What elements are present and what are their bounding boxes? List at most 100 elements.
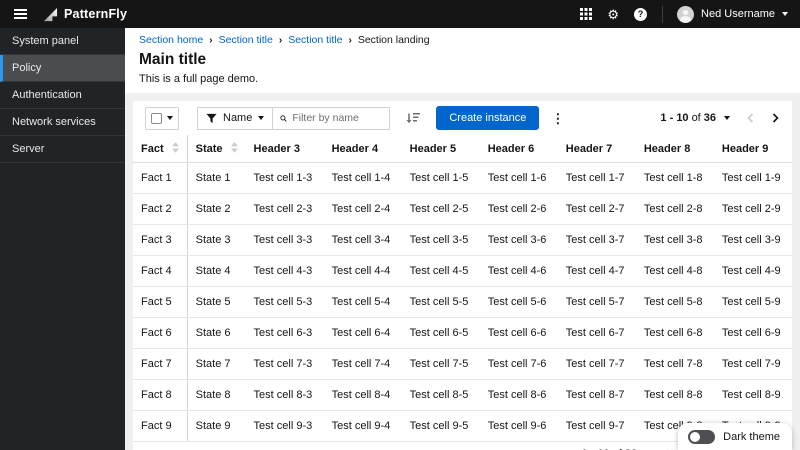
table-cell: Test cell 8-8 [635,379,714,411]
dark-theme-card: Dark theme [678,423,792,450]
table-cell: Fact 5 [133,286,188,318]
toolbar: Name Filter by name Create instance ⋮ 1 … [133,101,792,135]
page-description: This is a full page demo. [139,73,259,85]
table-cell: Test cell 3-5 [401,224,480,256]
content-card: Name Filter by name Create instance ⋮ 1 … [133,101,792,450]
table-cell: Test cell 9-6 [479,410,558,442]
dark-theme-toggle[interactable] [688,429,716,444]
select-all-checkbox[interactable] [151,112,162,124]
page-title: Main title [139,51,207,68]
table-cell: Test cell 5-5 [401,286,480,318]
table-row: Fact 1 State 1 Test cell 1-3 Test cell 1-4 T… [133,162,792,194]
filter-attribute-dropdown[interactable]: Name [197,106,274,130]
apps-grid-icon[interactable] [580,8,593,20]
toggle-knob [690,431,701,442]
table-cell: Test cell 6-7 [557,317,636,349]
table-cell: State 8 [187,379,246,411]
table-row: Fact 8 State 8 Test cell 8-3 Test cell 8-4 T… [133,379,792,411]
nav-toggle-button[interactable] [12,7,29,21]
settings-gear-icon[interactable]: ⚙ [607,8,619,21]
chevron-down-icon [782,12,788,16]
data-table: Fact State Header 3 Header 4 Header 5 Header … [133,135,792,442]
breadcrumb-separator-icon: › [348,35,352,46]
table-cell: Test cell 1-5 [401,162,480,194]
table-cell: Test cell 1-7 [557,162,636,194]
chevron-down-icon [167,116,173,120]
table-cell: Test cell 6-4 [323,317,402,349]
table-cell: Test cell 8-6 [479,379,558,411]
kebab-menu-button[interactable]: ⋮ [551,112,564,125]
table-cell: Test cell 4-6 [479,255,558,287]
brand[interactable]: PatternFly [43,7,127,22]
column-header-header-8: Header 8 [635,135,714,163]
table-cell: Test cell 6-8 [635,317,714,349]
table-cell: Test cell 8-5 [401,379,480,411]
user-menu[interactable]: Ned Username [662,5,788,23]
pagination-menu-toggle[interactable] [724,116,730,120]
table-cell: Test cell 8-4 [323,379,402,411]
sort-button[interactable] [406,112,421,124]
table-cell: Fact 1 [133,162,188,194]
avatar [677,5,695,23]
table-row: Fact 5 State 5 Test cell 5-3 Test cell 5-4 T… [133,286,792,318]
table-cell: Fact 8 [133,379,188,411]
column-header-header-9: Header 9 [713,135,792,163]
table-cell: Test cell 3-8 [635,224,714,256]
table-cell: State 5 [187,286,246,318]
help-icon[interactable]: ? [634,7,648,21]
column-header-label: Header 5 [409,142,457,155]
breadcrumb-item[interactable]: Section home [139,34,203,47]
table-cell: Test cell 7-4 [323,348,402,380]
column-header-fact[interactable]: Fact [133,135,188,163]
sidebar-item-authentication[interactable]: Authentication [0,82,125,109]
next-page-button[interactable] [771,113,780,123]
column-header-label: Header 4 [331,142,379,155]
create-instance-button[interactable]: Create instance [436,106,540,130]
breadcrumb-item[interactable]: Section title [219,34,273,47]
table-cell: Test cell 3-6 [479,224,558,256]
column-header-label: Header 7 [565,142,613,155]
table-cell: Test cell 2-8 [635,193,714,225]
dark-theme-label: Dark theme [723,430,780,443]
table-cell: Test cell 3-7 [557,224,636,256]
prev-page-button[interactable] [746,113,755,123]
sidebar-item-server[interactable]: Server [0,136,125,163]
table-cell: State 9 [187,410,246,442]
sidebar-item-policy[interactable]: Policy [0,55,125,82]
sidebar-item-network-services[interactable]: Network services [0,109,125,136]
pagination-total: 36 [703,112,716,124]
table-cell: Test cell 1-6 [479,162,558,194]
column-header-label: Header 9 [721,142,769,155]
table-cell: Test cell 4-8 [635,255,714,287]
table-cell: Test cell 5-8 [635,286,714,318]
sort-amount-icon [406,113,421,123]
table-cell: State 4 [187,255,246,287]
table-cell: Test cell 7-8 [635,348,714,380]
table-cell: Test cell 4-4 [323,255,402,287]
search-input[interactable] [292,112,383,124]
sidebar-item-system-panel[interactable]: System panel [0,28,125,55]
breadcrumb: Section home › Section title › Section title… [139,34,786,47]
pagination-range: 1 - 10 [660,112,689,124]
column-header-label: Header 6 [487,142,535,155]
column-header-header-6: Header 6 [479,135,558,163]
column-header-header-4: Header 4 [323,135,402,163]
breadcrumb-item[interactable]: Section title [288,34,342,47]
column-header-state[interactable]: State [187,135,246,163]
table-cell: State 6 [187,317,246,349]
table-cell: Test cell 6-3 [245,317,324,349]
filter-attribute-label: Name [223,112,253,124]
table-cell: Fact 9 [133,410,188,442]
table-cell: Test cell 2-5 [401,193,480,225]
column-header-label: State [195,143,223,155]
column-sort-icon[interactable] [230,142,238,153]
column-sort-icon[interactable] [171,142,179,153]
table-cell: Test cell 1-8 [635,162,714,194]
bulk-select-dropdown[interactable] [145,106,179,130]
chevron-down-icon [258,116,265,120]
table-cell: Test cell 9-4 [323,410,402,442]
table-cell: Fact 6 [133,317,188,349]
table-cell: Fact 2 [133,193,188,225]
table-cell: Test cell 5-6 [479,286,558,318]
table-cell: Test cell 4-7 [557,255,636,287]
